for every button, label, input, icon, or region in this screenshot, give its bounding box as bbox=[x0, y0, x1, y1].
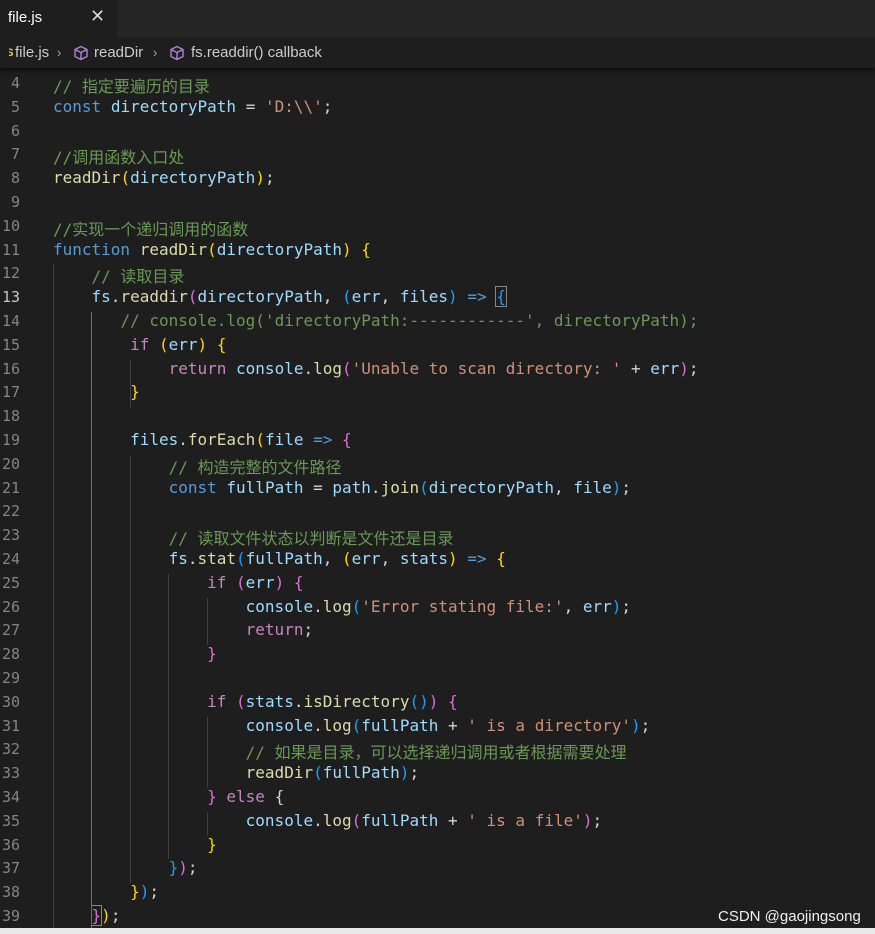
line-number: 7 bbox=[10, 145, 20, 164]
indent-guide bbox=[206, 811, 208, 836]
line-number: 31 bbox=[1, 716, 20, 735]
breadcrumb: JS file.js › readDir › fs.readdir() call… bbox=[0, 38, 875, 68]
code-line[interactable]: console.log(fullPath + ' is a file'); bbox=[53, 811, 602, 835]
code-line[interactable]: console.log(fullPath + ' is a directory'… bbox=[53, 716, 651, 740]
line-number: 21 bbox=[1, 478, 20, 497]
line-number: 37 bbox=[1, 859, 20, 878]
line-number: 27 bbox=[1, 621, 20, 640]
code-line[interactable]: }); bbox=[53, 858, 198, 882]
bottom-edge bbox=[0, 928, 875, 934]
line-number: 18 bbox=[1, 407, 20, 426]
code-line[interactable]: // console.log('directoryPath:----------… bbox=[53, 311, 698, 335]
code-line[interactable]: fs.readdir(directoryPath, (err, files) =… bbox=[53, 286, 507, 311]
code-line[interactable]: const directoryPath = 'D:\\'; bbox=[53, 97, 332, 121]
code-line[interactable]: readDir(fullPath); bbox=[53, 763, 419, 787]
indent-guide bbox=[53, 264, 54, 931]
chevron-right-icon: › bbox=[57, 45, 62, 60]
code-line[interactable]: // 读取目录 bbox=[53, 263, 185, 287]
indent-guide bbox=[129, 359, 131, 408]
line-number: 24 bbox=[1, 550, 20, 568]
code-line[interactable]: //调用函数入口处 bbox=[53, 144, 184, 168]
line-number: 15 bbox=[1, 335, 20, 354]
line-number: 8 bbox=[10, 169, 20, 188]
code-line[interactable]: const fullPath = path.join(directoryPath… bbox=[53, 478, 631, 502]
line-number: 22 bbox=[1, 502, 20, 521]
line-number: 10 bbox=[1, 216, 20, 235]
chevron-right-icon: › bbox=[153, 45, 158, 60]
code-line[interactable]: }); bbox=[53, 905, 120, 930]
line-number: 12 bbox=[1, 264, 20, 283]
line-number: 35 bbox=[1, 811, 20, 830]
line-number: 38 bbox=[1, 883, 20, 902]
javascript-file-icon: JS bbox=[0, 47, 14, 59]
symbol-method-icon bbox=[169, 44, 185, 64]
line-number: 33 bbox=[1, 764, 20, 783]
line-number: 20 bbox=[1, 454, 20, 473]
line-number: 14 bbox=[1, 312, 20, 330]
code-line[interactable]: if (err) { bbox=[53, 335, 226, 359]
code-line[interactable]: function readDir(directoryPath) { bbox=[53, 240, 371, 264]
code-line[interactable]: //实现一个递归调用的函数 bbox=[53, 216, 248, 240]
line-number: 11 bbox=[1, 240, 20, 259]
line-number: 29 bbox=[1, 669, 20, 687]
code-line[interactable]: }); bbox=[53, 882, 159, 906]
line-number: 34 bbox=[1, 788, 20, 806]
code-line[interactable]: } bbox=[53, 835, 217, 859]
code-line[interactable]: readDir(directoryPath); bbox=[53, 168, 275, 192]
code-line[interactable]: fs.stat(fullPath, (err, stats) => { bbox=[53, 549, 506, 573]
close-icon[interactable]: ✕ bbox=[90, 6, 105, 27]
line-number: 6 bbox=[10, 121, 20, 140]
indent-guide bbox=[168, 573, 170, 860]
code-line[interactable]: files.forEach(file => { bbox=[53, 430, 352, 454]
line-number: 13 bbox=[1, 288, 20, 307]
line-number: 17 bbox=[1, 383, 20, 402]
line-number: 5 bbox=[10, 97, 20, 116]
code-line[interactable]: } bbox=[53, 644, 217, 668]
code-line[interactable]: // 读取文件状态以判断是文件还是目录 bbox=[53, 525, 454, 549]
symbol-method-icon bbox=[73, 44, 89, 64]
code-line[interactable]: if (stats.isDirectory()) { bbox=[53, 692, 458, 716]
line-number: 28 bbox=[1, 645, 20, 664]
code-line[interactable]: } bbox=[53, 382, 140, 406]
code-line[interactable]: console.log('Error stating file:', err); bbox=[53, 597, 631, 621]
indent-guide bbox=[206, 597, 208, 646]
line-number: 26 bbox=[1, 597, 20, 616]
tab-label: file.js bbox=[8, 9, 43, 26]
line-number: 25 bbox=[1, 573, 20, 592]
line-number: 19 bbox=[1, 431, 20, 449]
code-line[interactable]: return console.log('Unable to scan direc… bbox=[53, 359, 699, 383]
editor-tab-bar: file.js ✕ bbox=[0, 0, 875, 38]
code-line[interactable]: // 构造完整的文件路径 bbox=[53, 454, 342, 478]
tab-file-js[interactable]: file.js ✕ bbox=[0, 0, 117, 38]
indent-guide bbox=[206, 716, 208, 788]
indent-guide bbox=[91, 312, 93, 931]
line-number: 32 bbox=[1, 740, 20, 759]
line-number: 23 bbox=[1, 526, 20, 545]
line-number: 36 bbox=[1, 835, 20, 854]
code-line[interactable]: // 如果是目录，可以选择递归调用或者根据需要处理 bbox=[53, 739, 627, 763]
breadcrumb-file[interactable]: file.js bbox=[15, 44, 49, 61]
indent-guide bbox=[129, 454, 131, 884]
breadcrumb-readdir[interactable]: readDir bbox=[94, 44, 143, 61]
code-line[interactable]: // 指定要遍历的目录 bbox=[53, 73, 210, 97]
breadcrumb-callback[interactable]: fs.readdir() callback bbox=[191, 44, 322, 61]
watermark: CSDN @gaojingsong bbox=[718, 908, 861, 925]
line-number: 4 bbox=[10, 74, 20, 92]
line-number: 16 bbox=[1, 359, 20, 378]
line-number: 9 bbox=[10, 193, 20, 211]
line-number: 30 bbox=[1, 692, 20, 711]
line-number: 39 bbox=[1, 907, 20, 925]
